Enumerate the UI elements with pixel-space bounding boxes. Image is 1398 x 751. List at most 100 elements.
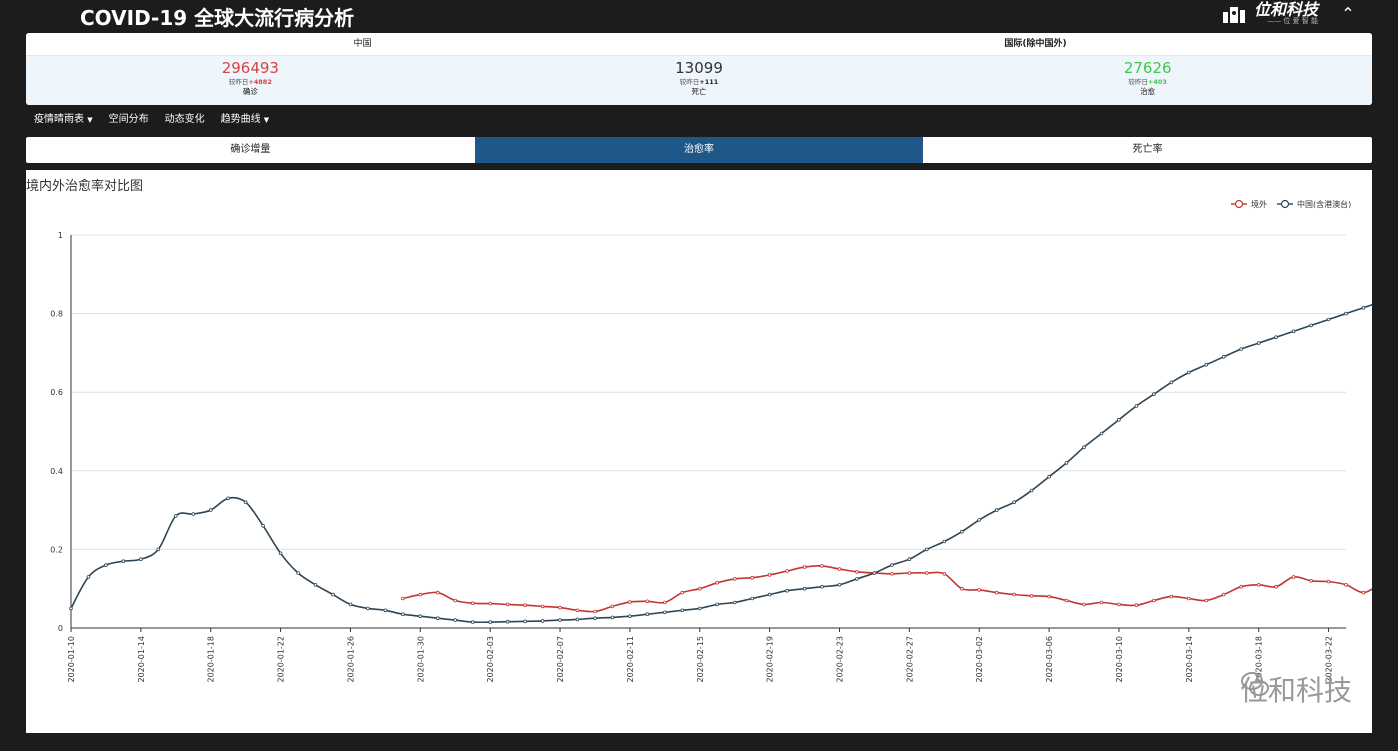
data-point (645, 612, 650, 617)
data-point (505, 602, 510, 607)
data-point (348, 602, 353, 607)
caret-down-icon: ▼ (87, 116, 93, 124)
data-point (994, 508, 999, 512)
stat-delta: 较昨日+403 (1128, 78, 1167, 86)
stats-body: 296493 较昨日+4882 确诊 13099 较昨日+111 死亡 2762… (26, 56, 1372, 105)
data-point (1309, 323, 1313, 328)
data-point (1344, 582, 1348, 587)
data-point (942, 539, 947, 544)
y-tick-label: 0.2 (50, 545, 63, 554)
tab-death-rate[interactable]: 死亡率 (923, 137, 1372, 163)
data-point (1326, 579, 1331, 584)
data-point (680, 590, 685, 595)
data-point (453, 618, 458, 622)
data-point (278, 551, 283, 556)
data-point (1256, 341, 1261, 345)
data-point (1082, 602, 1086, 607)
y-tick-label: 1 (58, 231, 63, 240)
y-tick-label: 0.8 (50, 310, 63, 319)
x-tick-label: 2020-02-03 (486, 636, 495, 683)
recovery-rate-chart: 境内外治愈率对比图 0 0.2 0.4 0.6 0.8 1 2020-01-10 2020-01… (26, 178, 1372, 683)
data-point (558, 618, 562, 622)
legend-marker (1280, 199, 1290, 209)
data-point (139, 557, 143, 562)
stat-label: 死亡 (691, 87, 707, 96)
chevron-up-icon: ⌃ (1341, 4, 1355, 23)
collapse-button[interactable]: ⌃ (1336, 2, 1360, 26)
data-point (610, 615, 615, 620)
data-point (662, 610, 667, 615)
legend-label: 中国(含港澳台) (1297, 199, 1351, 209)
data-point (593, 609, 597, 614)
data-point (435, 590, 440, 595)
data-point (1152, 392, 1156, 397)
data-point (890, 563, 894, 567)
data-point (890, 571, 894, 576)
x-tick-label: 2020-02-07 (556, 636, 565, 683)
data-point (400, 596, 405, 601)
data-point (1239, 584, 1243, 589)
data-point (1256, 582, 1261, 587)
watermark: 位和科技 (1240, 669, 1352, 709)
data-point (156, 547, 161, 552)
data-point (1204, 362, 1209, 367)
data-point (243, 500, 248, 505)
x-tick-label: 2020-01-22 (277, 636, 286, 683)
data-point (924, 571, 929, 575)
tab-china[interactable]: 中国 (26, 33, 699, 55)
data-point (767, 592, 772, 597)
data-point (1274, 335, 1278, 340)
data-point (1204, 598, 1209, 603)
brand-logo-icon (1222, 7, 1245, 23)
chart-title: 境内外治愈率对比图 (26, 178, 143, 194)
x-tick-label: 2020-03-14 (1185, 636, 1194, 683)
app-title: COVID-19 全球大流行病分析 (80, 6, 355, 30)
data-point (1169, 380, 1174, 385)
data-point (802, 565, 807, 569)
tab-international[interactable]: 国际(除中国外) (699, 33, 1372, 55)
x-tick-label: 2020-01-10 (67, 636, 76, 683)
wechat-icon (1240, 672, 1269, 696)
data-point (750, 596, 754, 601)
data-point (1309, 578, 1313, 583)
data-point (1117, 602, 1121, 607)
menu-spatial[interactable]: 空间分布 (109, 108, 149, 132)
menu-weather-dropdown[interactable]: 疫情晴雨表 ▼ (34, 108, 93, 132)
stat-recovered: 27626 较昨日+403 治愈 (923, 56, 1372, 105)
data-point (1221, 355, 1226, 359)
data-point (610, 604, 615, 609)
data-point (540, 619, 545, 623)
legend-label: 境外 (1251, 199, 1267, 209)
data-point (488, 601, 493, 606)
menu-trend-dropdown[interactable]: 趋势曲线 ▼ (221, 108, 270, 132)
tab-confirmed-increase[interactable]: 确诊增量 (26, 137, 475, 163)
data-point (226, 496, 231, 501)
data-point (732, 600, 737, 605)
data-point (575, 608, 580, 613)
data-point (680, 608, 685, 613)
data-point (1134, 404, 1139, 408)
x-tick-label: 2020-02-23 (835, 636, 844, 683)
data-point (104, 563, 108, 567)
top-bar: COVID-19 全球大流行病分析 位和科技 —— 位 爱 智 能 ⌃ (0, 0, 1398, 30)
data-point (86, 575, 91, 579)
brand-text: 位和科技 —— 位 爱 智 能 (1254, 2, 1318, 26)
data-point (785, 588, 789, 593)
data-point (697, 586, 702, 591)
menu-dynamic[interactable]: 动态变化 (165, 108, 205, 132)
data-point (174, 514, 178, 518)
data-point (785, 569, 789, 573)
data-point (1117, 417, 1121, 422)
data-point (1064, 461, 1069, 465)
data-point (959, 586, 964, 591)
stat-delta: 较昨日+4882 (228, 78, 272, 86)
x-tick-label: 2020-01-18 (207, 636, 216, 683)
data-point (418, 614, 423, 619)
data-point (1099, 600, 1104, 605)
y-tick-label: 0 (58, 624, 63, 633)
tab-recovery-rate[interactable]: 治愈率 (474, 137, 924, 163)
data-point (418, 592, 423, 597)
series-line (70, 303, 1372, 624)
data-point (1134, 603, 1139, 608)
stat-label: 治愈 (1140, 87, 1156, 96)
